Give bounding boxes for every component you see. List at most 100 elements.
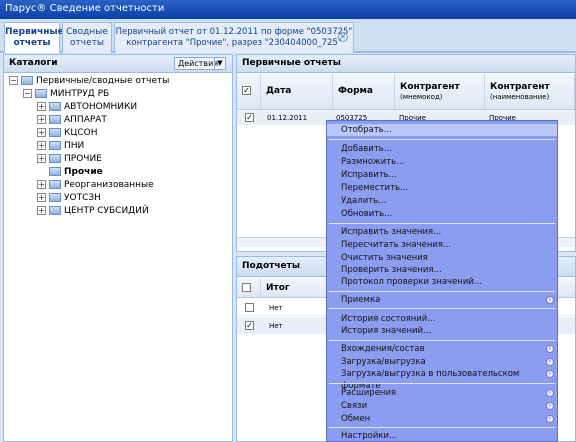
tab-report-detail[interactable]: Первичный отчет от 01.12.2011 по форме "…	[114, 22, 354, 53]
menu-item-edit-values[interactable]: Исправить значения...	[327, 226, 557, 238]
menu-item-check-log[interactable]: Протокол проверки значений...	[327, 276, 557, 288]
tree-label: Первичные/сводные отчеты	[36, 76, 170, 86]
tree-node-subsidies[interactable]: + ЦЕНТР СУБСИДИЙ	[37, 205, 149, 218]
expand-icon[interactable]: +	[37, 102, 46, 111]
menu-item-add[interactable]: Добавить...	[327, 143, 557, 155]
tree-node-prochie-selected[interactable]: Прочие	[49, 166, 103, 179]
column-date[interactable]: Дата	[261, 74, 333, 109]
submenu-arrow-icon: ›	[546, 402, 554, 410]
select-all-cell[interactable]: ✓	[237, 74, 261, 109]
tab-summary-reports[interactable]: Сводные отчеты	[62, 22, 112, 53]
menu-item-recalc-values[interactable]: Пересчитать значения...	[327, 239, 557, 251]
menu-label: Расширения	[341, 388, 397, 398]
catalogs-panel: Каталоги Действия ▼ − Первичные/сводные о…	[3, 54, 233, 442]
column-label: Контрагент	[400, 82, 460, 92]
submenu-arrow-icon: ›	[546, 358, 554, 366]
subreports-title: Подотчеты	[242, 261, 301, 271]
row-total: Нет	[269, 322, 283, 330]
menu-item-value-history[interactable]: История значений...	[327, 325, 557, 337]
close-tab-icon[interactable]: ✕	[338, 32, 348, 42]
tree-node-reorganized[interactable]: + Реорганизованные	[37, 179, 154, 192]
tree-label: МИНТРУД РБ	[50, 89, 110, 99]
menu-item-settings[interactable]: Настройки...	[327, 430, 557, 442]
tree-node-apparat[interactable]: + АППАРАТ	[37, 114, 107, 127]
folder-icon	[49, 180, 61, 189]
row-checkbox[interactable]: ✓	[245, 113, 254, 122]
expand-icon[interactable]: +	[37, 115, 46, 124]
folder-icon	[49, 193, 61, 202]
menu-separator	[329, 139, 555, 140]
column-sublabel: (наименование)	[490, 93, 550, 101]
submenu-arrow-icon: ›	[546, 389, 554, 397]
row-date: 01.12.2011	[267, 114, 308, 122]
menu-item-inclusions[interactable]: Вхождения/состав ›	[327, 343, 557, 355]
menu-item-move[interactable]: Переместить...	[327, 182, 557, 194]
menu-label: Обмен	[341, 414, 371, 424]
column-contractor-mnemo[interactable]: Контрагент (мнемокод)	[395, 74, 485, 109]
actions-dropdown[interactable]: Действия ▼	[174, 57, 226, 70]
select-all-checkbox[interactable]: ✓	[242, 86, 251, 95]
menu-item-edit[interactable]: Исправить...	[327, 169, 557, 181]
expand-icon[interactable]: +	[37, 141, 46, 150]
menu-item-exchange[interactable]: Обмен ›	[327, 413, 557, 425]
tree-node-uotszn[interactable]: + УОТСЗН	[37, 192, 101, 205]
collapse-icon[interactable]: −	[9, 76, 18, 85]
menu-item-delete[interactable]: Удалить...	[327, 195, 557, 207]
tree-label: ЦЕНТР СУБСИДИЙ	[64, 206, 149, 216]
tab-label: Первичный отчет от 01.12.2011 по форме "…	[115, 27, 353, 37]
column-contractor-name[interactable]: Контрагент (наименование)	[485, 74, 575, 109]
menu-label: Приемка	[341, 295, 381, 305]
expand-icon[interactable]: +	[37, 128, 46, 137]
select-all-cell[interactable]	[237, 278, 261, 297]
tree-node-root[interactable]: − Первичные/сводные отчеты	[9, 75, 169, 88]
menu-item-import-export[interactable]: Загрузка/выгрузка ›	[327, 356, 557, 368]
select-all-checkbox[interactable]	[242, 283, 251, 292]
tree-node-prochie[interactable]: + ПРОЧИЕ	[37, 153, 102, 166]
chevron-down-icon: ▼	[214, 58, 225, 69]
menu-item-import-export-custom[interactable]: Загрузка/выгрузка в пользовательском фор…	[327, 368, 557, 391]
tree-label: ПНИ	[64, 141, 85, 151]
tree-node-pni[interactable]: + ПНИ	[37, 140, 84, 153]
tab-label: отчеты	[13, 38, 51, 48]
expand-icon[interactable]: +	[37, 180, 46, 189]
menu-item-links[interactable]: Связи ›	[327, 400, 557, 412]
expand-icon[interactable]: +	[37, 193, 46, 202]
catalogs-header: Каталоги Действия ▼	[4, 55, 232, 73]
tab-primary-reports[interactable]: Первичные отчеты	[4, 22, 64, 53]
tree-node-kcson[interactable]: + КЦСОН	[37, 127, 98, 140]
menu-separator	[329, 383, 555, 384]
tree-node-avtonomniki[interactable]: + АВТОНОМНИКИ	[37, 101, 137, 114]
menu-item-refresh[interactable]: Обновить...	[327, 208, 557, 220]
context-menu: Отобрать... Добавить... Размножить... Ис…	[326, 120, 558, 442]
expand-icon[interactable]: +	[37, 154, 46, 163]
catalogs-title: Каталоги	[9, 58, 58, 68]
tree-node-mintrud[interactable]: − МИНТРУД РБ	[23, 88, 109, 101]
expand-icon[interactable]: +	[37, 206, 46, 215]
menu-separator	[329, 308, 555, 309]
tree-label: АППАРАТ	[64, 115, 107, 125]
menu-separator	[329, 427, 555, 428]
folder-icon	[49, 128, 61, 137]
menu-item-filter[interactable]: Отобрать...	[327, 124, 557, 136]
tab-label: Сводные	[66, 27, 108, 37]
menu-item-check-values[interactable]: Проверить значения...	[327, 264, 557, 276]
menu-item-clear-values[interactable]: Очистить значения	[327, 252, 557, 264]
tab-label: контрагента "Прочие", разрез "230404000_…	[126, 38, 342, 48]
row-checkbox[interactable]: ✓	[245, 321, 254, 330]
row-checkbox[interactable]	[245, 303, 254, 312]
menu-item-duplicate[interactable]: Размножить...	[327, 156, 557, 168]
primary-reports-header: Первичные отчеты	[237, 55, 575, 73]
tree-label: Прочие	[64, 167, 103, 177]
tree-label: УОТСЗН	[64, 193, 101, 203]
tree-label: КЦСОН	[64, 128, 98, 138]
folder-icon	[49, 141, 61, 150]
primary-grid-header: ✓ Дата Форма Контрагент (мнемокод) Контр…	[237, 74, 575, 110]
tab-label: Первичные	[5, 27, 64, 37]
tree-label: АВТОНОМНИКИ	[64, 102, 138, 112]
primary-reports-title: Первичные отчеты	[242, 58, 341, 68]
menu-item-acceptance[interactable]: Приемка ›	[327, 294, 557, 306]
menu-item-state-history[interactable]: История состояний...	[327, 313, 557, 325]
menu-item-extensions[interactable]: Расширения ›	[327, 387, 557, 399]
column-form[interactable]: Форма	[333, 74, 395, 109]
collapse-icon[interactable]: −	[23, 89, 32, 98]
